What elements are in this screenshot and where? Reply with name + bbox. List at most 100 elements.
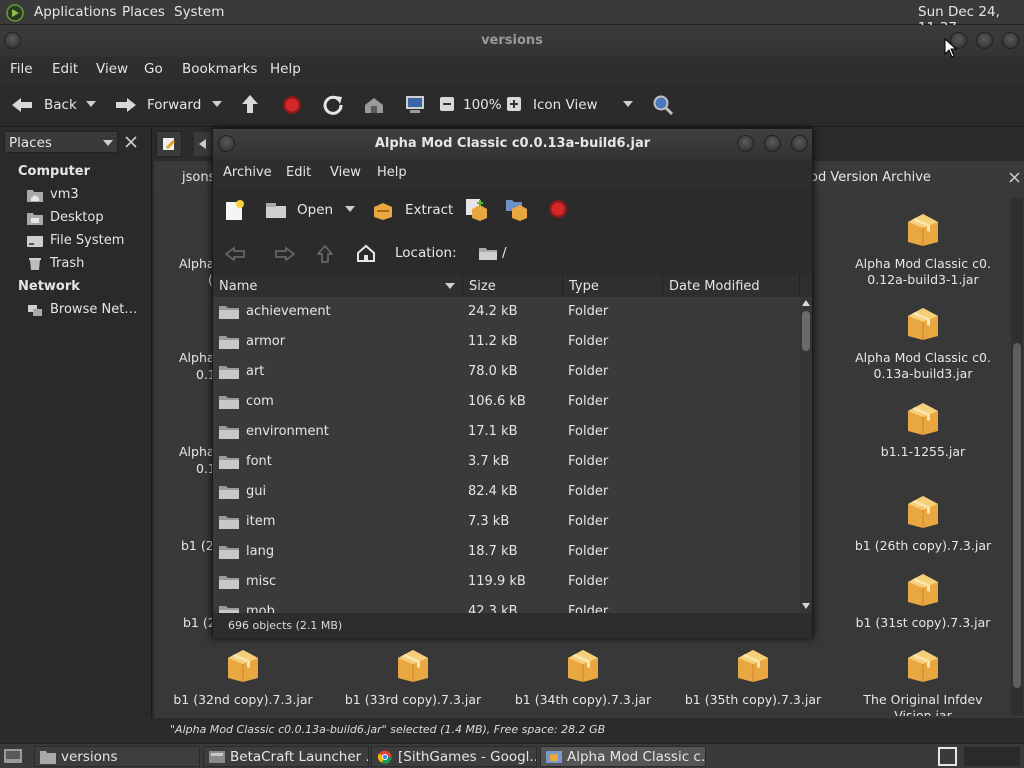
forward-dropdown-icon[interactable] bbox=[212, 101, 222, 109]
sidebar-item-desktop[interactable]: Desktop bbox=[50, 210, 104, 225]
tab-jsons[interactable]: jsons bbox=[154, 162, 215, 192]
close-icon[interactable] bbox=[1009, 172, 1020, 183]
table-row[interactable]: gui 82.4 kB Folder bbox=[213, 477, 799, 507]
computer-icon[interactable] bbox=[404, 94, 426, 115]
forward-arrow-icon[interactable] bbox=[114, 95, 138, 115]
distro-logo-icon[interactable] bbox=[6, 4, 24, 22]
maximize-button[interactable] bbox=[976, 32, 993, 49]
stop-icon[interactable] bbox=[282, 95, 302, 115]
file-label[interactable]: b1.1-1255.jar bbox=[848, 444, 998, 460]
home-icon[interactable] bbox=[363, 95, 385, 115]
jar-archive-icon[interactable] bbox=[396, 646, 430, 682]
workspace-empty[interactable] bbox=[964, 747, 1020, 766]
file-label[interactable]: Alpha Mod Classic c0. 0.13a-build3.jar bbox=[848, 350, 998, 382]
file-label[interactable]: b1 (35th copy).7.3.jar bbox=[678, 692, 828, 708]
file-label[interactable]: b1 (32nd copy).7.3.jar bbox=[168, 692, 318, 708]
forward-arrow-icon[interactable] bbox=[274, 246, 296, 262]
scrollbar-track[interactable] bbox=[800, 297, 812, 613]
jar-archive-icon[interactable] bbox=[906, 399, 940, 435]
task-versions[interactable]: versions bbox=[34, 746, 200, 767]
back-arrow-icon[interactable] bbox=[10, 95, 34, 115]
up-arrow-icon[interactable] bbox=[317, 244, 333, 264]
tab-version-archive[interactable]: od Version Archive bbox=[810, 162, 1024, 192]
menu-go[interactable]: Go bbox=[144, 61, 163, 77]
up-arrow-icon[interactable] bbox=[240, 93, 260, 115]
search-icon[interactable] bbox=[652, 94, 674, 116]
task-browser[interactable]: [SithGames - Googl... bbox=[371, 746, 537, 767]
extract-button[interactable]: Extract bbox=[405, 202, 453, 218]
file-label[interactable]: b1 (31st copy).7.3.jar bbox=[848, 615, 998, 631]
zoom-out-icon[interactable] bbox=[440, 97, 454, 111]
table-row[interactable]: com 106.6 kB Folder bbox=[213, 387, 799, 417]
menu-view[interactable]: View bbox=[96, 61, 128, 77]
menu-edit[interactable]: Edit bbox=[286, 165, 311, 180]
task-betacraft[interactable]: BetaCraft Launcher ... bbox=[203, 746, 369, 767]
table-row[interactable]: font 3.7 kB Folder bbox=[213, 447, 799, 477]
file-label[interactable]: b1 (26th copy).7.3.jar bbox=[848, 538, 998, 554]
menu-system[interactable]: System bbox=[174, 4, 224, 20]
scroll-down-icon[interactable] bbox=[802, 603, 810, 609]
table-row[interactable]: mob 42.3 kB Folder bbox=[213, 597, 799, 613]
path-back-button[interactable] bbox=[194, 132, 212, 156]
sidebar-item-trash[interactable]: Trash bbox=[50, 256, 84, 271]
sidebar-item-browse-network[interactable]: Browse Net… bbox=[50, 302, 137, 317]
column-header-name[interactable]: Name bbox=[213, 275, 463, 297]
sidebar-selector[interactable]: Places bbox=[4, 131, 118, 153]
table-row[interactable]: lang 18.7 kB Folder bbox=[213, 537, 799, 567]
close-button[interactable] bbox=[791, 135, 808, 152]
view-mode-dropdown-icon[interactable] bbox=[623, 101, 633, 109]
menu-bookmarks[interactable]: Bookmarks bbox=[182, 61, 257, 77]
jar-archive-icon[interactable] bbox=[906, 646, 940, 682]
table-row[interactable]: achievement 24.2 kB Folder bbox=[213, 297, 799, 327]
menu-places[interactable]: Places bbox=[122, 4, 165, 20]
new-archive-icon[interactable] bbox=[223, 199, 245, 221]
close-button[interactable] bbox=[1002, 32, 1019, 49]
table-row[interactable]: item 7.3 kB Folder bbox=[213, 507, 799, 537]
zoom-in-icon[interactable] bbox=[507, 97, 521, 111]
show-desktop-icon[interactable] bbox=[3, 748, 23, 764]
file-label[interactable]: The Original Infdev Vision.jar bbox=[848, 692, 998, 716]
forward-button[interactable]: Forward bbox=[147, 97, 201, 113]
scroll-up-icon[interactable] bbox=[802, 300, 810, 306]
scrollbar-thumb[interactable] bbox=[802, 311, 810, 351]
menu-archive[interactable]: Archive bbox=[223, 165, 272, 180]
sidebar-item-file-system[interactable]: File System bbox=[50, 233, 124, 248]
back-arrow-icon[interactable] bbox=[224, 246, 246, 262]
archive-titlebar[interactable]: Alpha Mod Classic c0.0.13a-build6.jar bbox=[213, 129, 812, 159]
home-icon[interactable] bbox=[356, 244, 376, 263]
menu-help[interactable]: Help bbox=[270, 61, 301, 77]
file-manager-titlebar[interactable]: versions bbox=[0, 25, 1024, 57]
file-label[interactable]: Alpha Mod Classic c0. 0.12a-build3-1.jar bbox=[848, 256, 998, 288]
open-button[interactable]: Open bbox=[297, 202, 333, 218]
back-dropdown-icon[interactable] bbox=[86, 101, 96, 109]
close-icon[interactable] bbox=[125, 136, 137, 148]
jar-archive-icon[interactable] bbox=[906, 570, 940, 606]
jar-archive-icon[interactable] bbox=[906, 304, 940, 340]
jar-archive-icon[interactable] bbox=[906, 492, 940, 528]
jar-archive-icon[interactable] bbox=[226, 646, 260, 682]
reload-icon[interactable] bbox=[322, 94, 344, 116]
add-files-icon[interactable] bbox=[464, 197, 488, 221]
task-archive-manager[interactable]: Alpha Mod Classic c... bbox=[540, 746, 706, 767]
location-field[interactable]: / bbox=[469, 239, 809, 269]
column-header-date-modified[interactable]: Date Modified bbox=[663, 275, 800, 297]
table-row[interactable]: art 78.0 kB Folder bbox=[213, 357, 799, 387]
column-header-type[interactable]: Type bbox=[563, 275, 663, 297]
open-archive-icon[interactable] bbox=[264, 200, 288, 220]
open-dropdown-icon[interactable] bbox=[345, 206, 355, 214]
table-row[interactable]: environment 17.1 kB Folder bbox=[213, 417, 799, 447]
stop-icon[interactable] bbox=[548, 199, 568, 219]
menu-applications[interactable]: Applications bbox=[34, 4, 116, 20]
menu-help[interactable]: Help bbox=[377, 165, 407, 180]
table-row[interactable]: misc 119.9 kB Folder bbox=[213, 567, 799, 597]
file-label[interactable]: b1 (34th copy).7.3.jar bbox=[508, 692, 658, 708]
maximize-button[interactable] bbox=[764, 135, 781, 152]
sidebar-item-vm3[interactable]: vm3 bbox=[50, 187, 79, 202]
table-row[interactable]: armor 11.2 kB Folder bbox=[213, 327, 799, 357]
back-button[interactable]: Back bbox=[44, 97, 77, 113]
edit-location-button[interactable] bbox=[156, 131, 182, 157]
jar-archive-icon[interactable] bbox=[566, 646, 600, 682]
minimize-button[interactable] bbox=[737, 135, 754, 152]
menu-edit[interactable]: Edit bbox=[52, 61, 78, 77]
scrollbar-thumb[interactable] bbox=[1013, 343, 1021, 688]
